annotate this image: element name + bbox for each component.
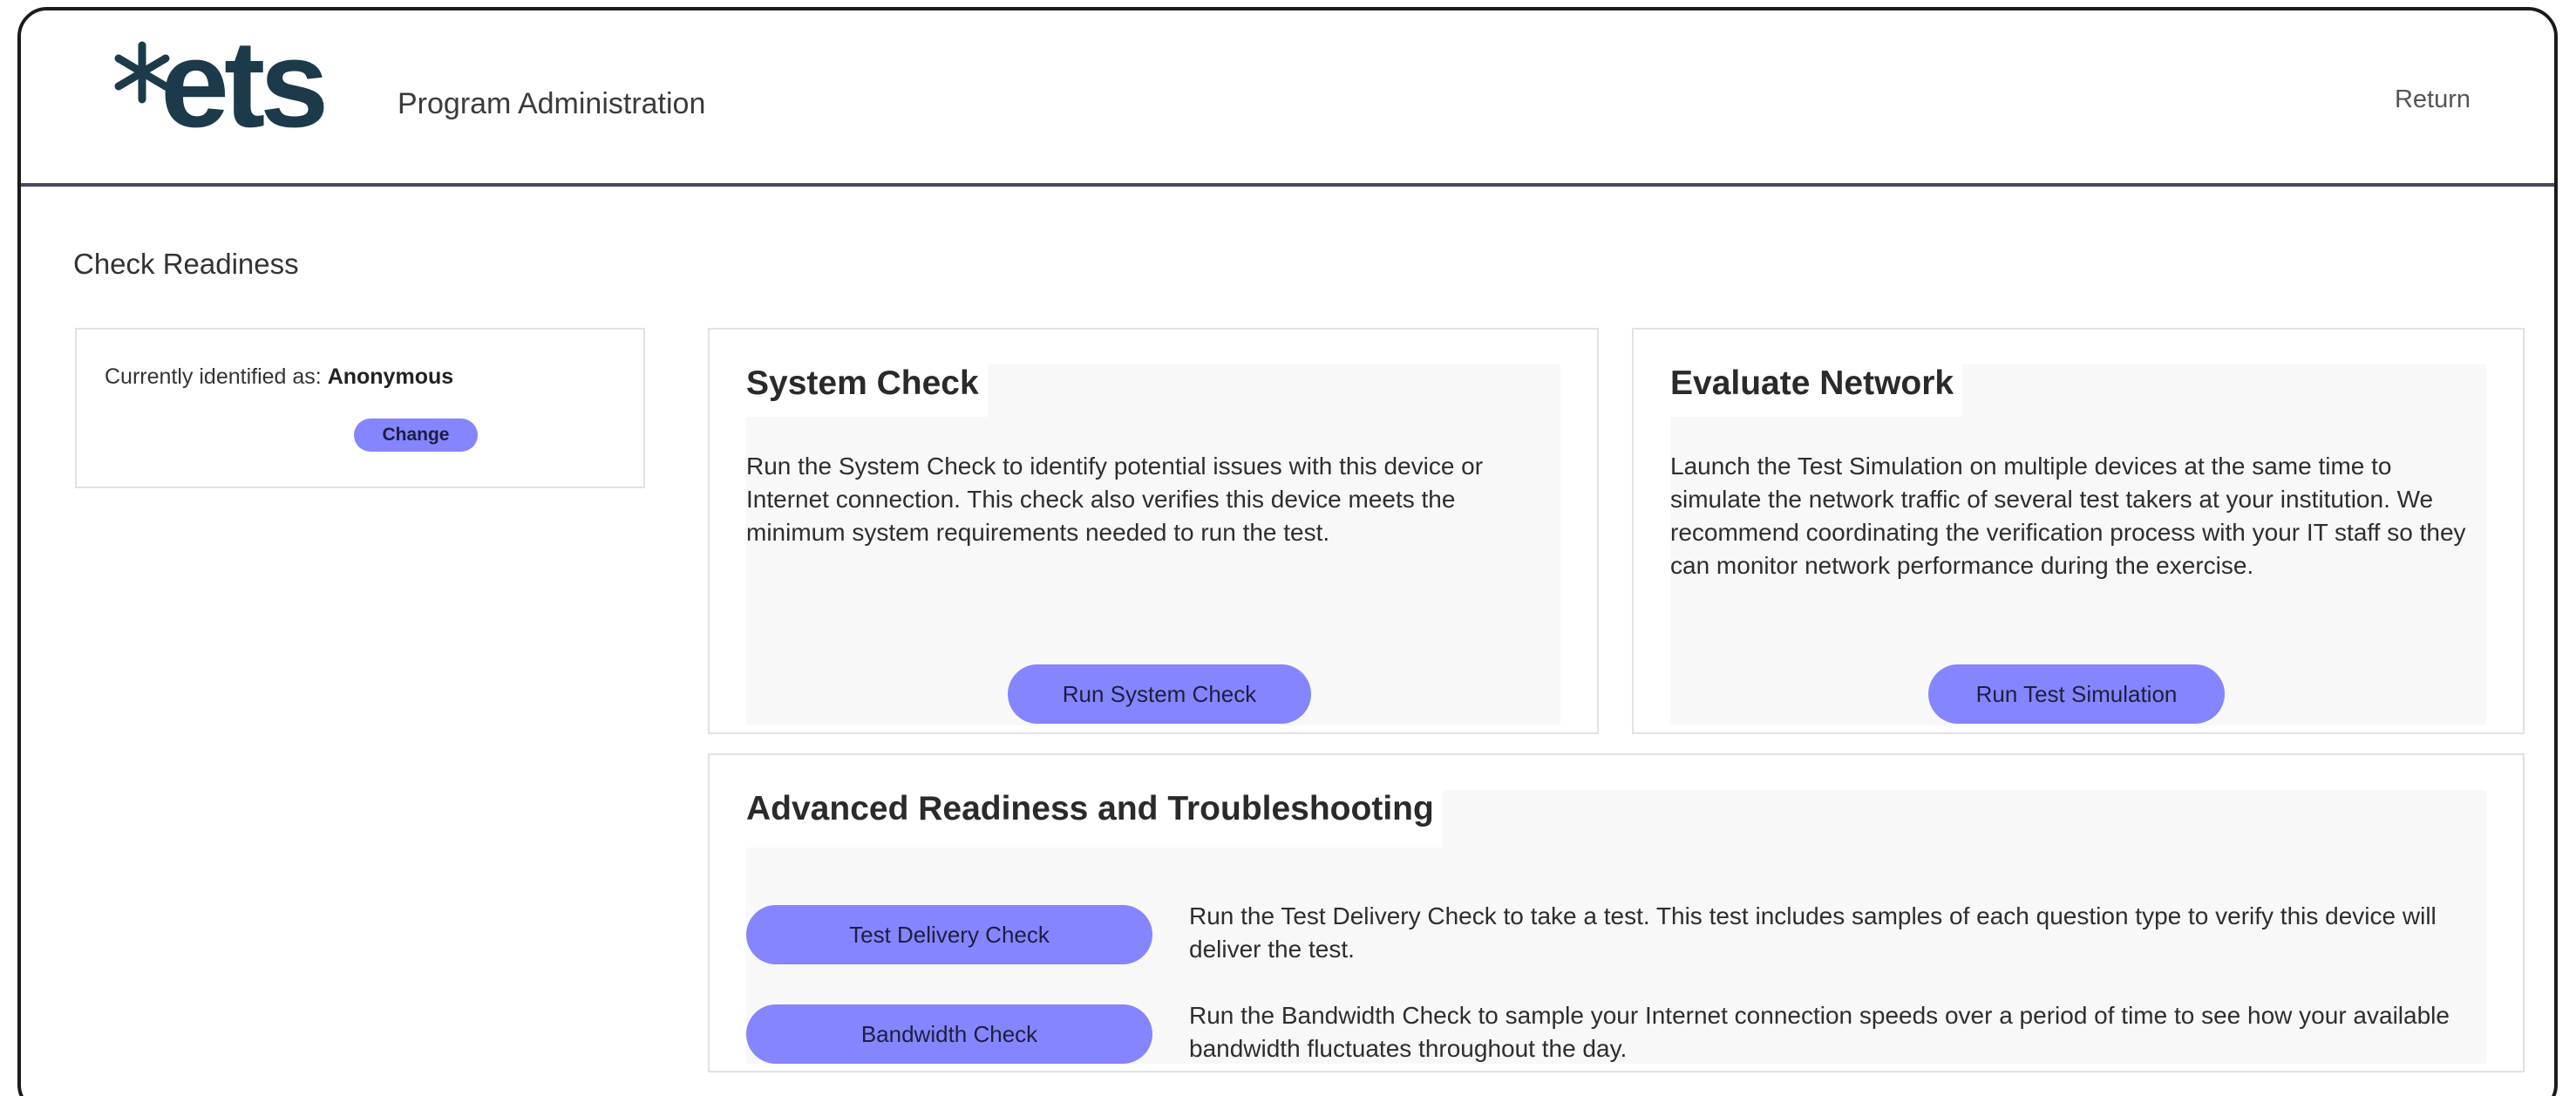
advanced-readiness-title: Advanced Readiness and Troubleshooting xyxy=(746,790,1443,848)
system-check-card: System Check Run the System Check to ide… xyxy=(708,328,1599,734)
evaluate-network-title: Evaluate Network xyxy=(1670,364,1963,417)
app-window: ets Program Administration Return Check … xyxy=(17,7,2558,1096)
identity-line: Currently identified as: Anonymous xyxy=(105,364,453,390)
evaluate-network-card: Evaluate Network Launch the Test Simulat… xyxy=(1632,328,2525,734)
bandwidth-check-button[interactable]: Bandwidth Check xyxy=(746,1004,1152,1064)
system-check-content: System Check Run the System Check to ide… xyxy=(746,364,1560,725)
identity-name: Anonymous xyxy=(327,364,454,389)
test-delivery-check-button[interactable]: Test Delivery Check xyxy=(746,905,1152,964)
logo-wordmark: ets xyxy=(160,15,329,153)
ets-logo[interactable]: ets xyxy=(110,23,363,157)
system-check-title: System Check xyxy=(746,364,988,417)
identity-prefix: Currently identified as: xyxy=(105,364,322,389)
page-title: Check Readiness xyxy=(73,248,299,280)
test-delivery-description: Run the Test Delivery Check to take a te… xyxy=(1189,902,2437,963)
test-delivery-row: Test Delivery Check Run the Test Deliver… xyxy=(746,902,2486,975)
advanced-readiness-card: Advanced Readiness and Troubleshooting T… xyxy=(708,753,2525,1072)
program-title: Program Administration xyxy=(398,87,706,120)
change-identity-button[interactable]: Change xyxy=(354,419,478,452)
evaluate-network-content: Evaluate Network Launch the Test Simulat… xyxy=(1670,364,2486,725)
advanced-readiness-content: Advanced Readiness and Troubleshooting T… xyxy=(746,790,2486,1064)
system-check-description: Run the System Check to identify potenti… xyxy=(746,453,1484,547)
site-header: ets Program Administration Return xyxy=(21,10,2554,187)
identity-panel: Currently identified as: Anonymous Chang… xyxy=(75,328,645,488)
run-test-simulation-button[interactable]: Run Test Simulation xyxy=(1928,664,2225,724)
run-system-check-button[interactable]: Run System Check xyxy=(1008,664,1311,724)
return-link[interactable]: Return xyxy=(2395,85,2471,114)
bandwidth-row: Bandwidth Check Run the Bandwidth Check … xyxy=(746,1002,2486,1074)
bandwidth-description: Run the Bandwidth Check to sample your I… xyxy=(1189,1002,2450,1063)
evaluate-network-description: Launch the Test Simulation on multiple d… xyxy=(1670,453,2466,580)
